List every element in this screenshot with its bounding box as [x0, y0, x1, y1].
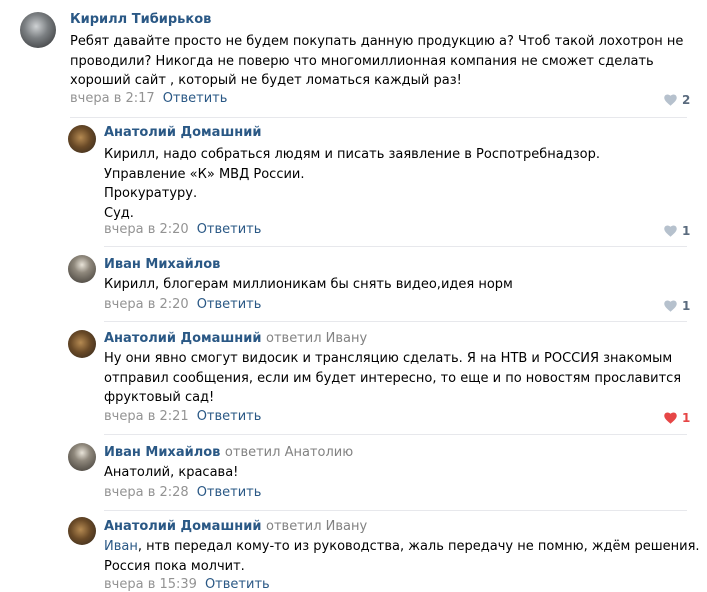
comment-time[interactable]: вчера в 2:17: [70, 91, 155, 106]
like-count: 1: [682, 411, 691, 425]
avatar[interactable]: [68, 125, 96, 153]
comment-author[interactable]: Анатолий Домашний ответил Ивану: [104, 331, 367, 346]
like-button[interactable]: 1: [664, 411, 690, 425]
comment-text-line: хороший сайт , который не будет ломаться…: [70, 73, 462, 88]
comment-reply: Анатолий Домашний Кирилл, надо собраться…: [0, 120, 707, 247]
comment-meta: вчера в 2:28 Ответить: [104, 485, 261, 500]
comment-reply: Иван Михайлов Кирилл, блогерам миллионик…: [0, 247, 707, 322]
heart-icon: [664, 300, 677, 312]
comment-reply: Анатолий Домашний ответил Ивану Ну они я…: [0, 322, 707, 435]
reply-to-label[interactable]: ответил Ивану: [266, 331, 367, 346]
comment-meta: вчера в 15:39 Ответить: [104, 577, 270, 592]
comment-text: Анатолий, красава!: [104, 463, 238, 483]
comment-author[interactable]: Анатолий Домашний: [104, 125, 261, 140]
comment-meta: вчера в 2:20 Ответить: [104, 297, 261, 312]
heart-icon: [664, 94, 677, 106]
comment-text: Кирилл, надо собраться людям и писать за…: [104, 145, 600, 223]
comment-meta: вчера в 2:21 Ответить: [104, 409, 261, 424]
reply-link[interactable]: Ответить: [205, 577, 270, 592]
comment-text-line: отправил сообщения, если им будет интере…: [104, 370, 682, 386]
mention-link[interactable]: Иван: [104, 539, 138, 554]
comment-reply: Иван Михайлов ответил Анатолию Анатолий,…: [0, 435, 707, 511]
avatar[interactable]: [68, 330, 96, 358]
comment-text: Ребят давайте просто не будем покупать д…: [70, 32, 683, 91]
comment-text-line: Ну они явно смогут видосик и трансляцию …: [104, 351, 673, 366]
comment-text-line: Иван, нтв передал кому-то из руководства…: [104, 537, 700, 557]
reply-to-label[interactable]: ответил Ивану: [266, 519, 367, 534]
reply-link[interactable]: Ответить: [197, 297, 262, 312]
author-name[interactable]: Иван Михайлов: [104, 257, 220, 272]
comment: Кирилл Тибирьков Ребят давайте просто не…: [0, 0, 707, 120]
comment-time[interactable]: вчера в 2:28: [104, 485, 189, 500]
author-name[interactable]: Анатолий Домашний: [104, 519, 261, 534]
comment-author[interactable]: Иван Михайлов ответил Анатолию: [104, 445, 353, 460]
comment-author[interactable]: Анатолий Домашний ответил Ивану: [104, 519, 367, 534]
like-button[interactable]: 2: [664, 93, 690, 107]
heart-icon: [664, 225, 677, 237]
comment-meta: вчера в 2:20 Ответить: [104, 222, 261, 237]
heart-icon: [664, 412, 677, 424]
comment-text-line: Управление «К» МВД России.: [104, 166, 305, 182]
comment-meta: вчера в 2:17 Ответить: [70, 91, 227, 106]
reply-link[interactable]: Ответить: [197, 485, 262, 500]
like-button[interactable]: 1: [664, 224, 690, 238]
like-count: 1: [682, 224, 691, 238]
comment-text-line: Прокуратуру.: [104, 186, 198, 201]
comment-author[interactable]: Кирилл Тибирьков: [70, 12, 211, 27]
comment-text-fragment: , нтв передал кому-то из руководства, жа…: [137, 539, 700, 554]
avatar[interactable]: [20, 12, 56, 48]
avatar[interactable]: [68, 255, 96, 283]
comment-text-line: Ребят давайте просто не будем покупать д…: [70, 34, 684, 49]
author-name[interactable]: Кирилл Тибирьков: [70, 12, 211, 27]
like-button[interactable]: 1: [664, 299, 690, 313]
avatar[interactable]: [68, 517, 96, 545]
author-name[interactable]: Анатолий Домашний: [104, 331, 261, 346]
comment-text-line: проводили? Никогда не поверю что многоми…: [70, 53, 654, 69]
comment-time[interactable]: вчера в 2:21: [104, 409, 189, 424]
comment-text: Кирилл, блогерам миллионикам бы снять ви…: [104, 275, 513, 295]
like-count: 1: [682, 299, 691, 313]
comment-reply: Анатолий Домашний ответил Ивану Иван, нт…: [0, 511, 707, 592]
like-count: 2: [682, 93, 691, 107]
author-name[interactable]: Анатолий Домашний: [104, 125, 261, 140]
author-name[interactable]: Иван Михайлов: [104, 445, 220, 460]
divider: [70, 117, 687, 118]
reply-to-label[interactable]: ответил Анатолию: [225, 445, 353, 460]
reply-link[interactable]: Ответить: [197, 409, 262, 424]
comment-author[interactable]: Иван Михайлов: [104, 257, 220, 272]
comment-text-line: Кирилл, надо собраться людям и писать за…: [104, 147, 600, 162]
comment-time[interactable]: вчера в 15:39: [104, 577, 197, 592]
comment-text-line: Суд.: [104, 205, 134, 221]
comment-text: Ну они явно смогут видосик и трансляцию …: [104, 349, 681, 408]
comment-text-line: фруктовый сад!: [104, 390, 215, 405]
reply-link[interactable]: Ответить: [163, 91, 228, 106]
comment-text-line: Анатолий, красава!: [104, 465, 239, 480]
comment-text: Иван, нтв передал кому-то из руководства…: [104, 537, 700, 576]
avatar[interactable]: [68, 443, 96, 471]
comment-time[interactable]: вчера в 2:20: [104, 297, 189, 312]
comment-text-line: Россия пока молчит.: [104, 558, 245, 574]
comment-time[interactable]: вчера в 2:20: [104, 222, 189, 237]
reply-link[interactable]: Ответить: [197, 222, 262, 237]
comment-text-line: Кирилл, блогерам миллионикам бы снять ви…: [104, 277, 513, 292]
